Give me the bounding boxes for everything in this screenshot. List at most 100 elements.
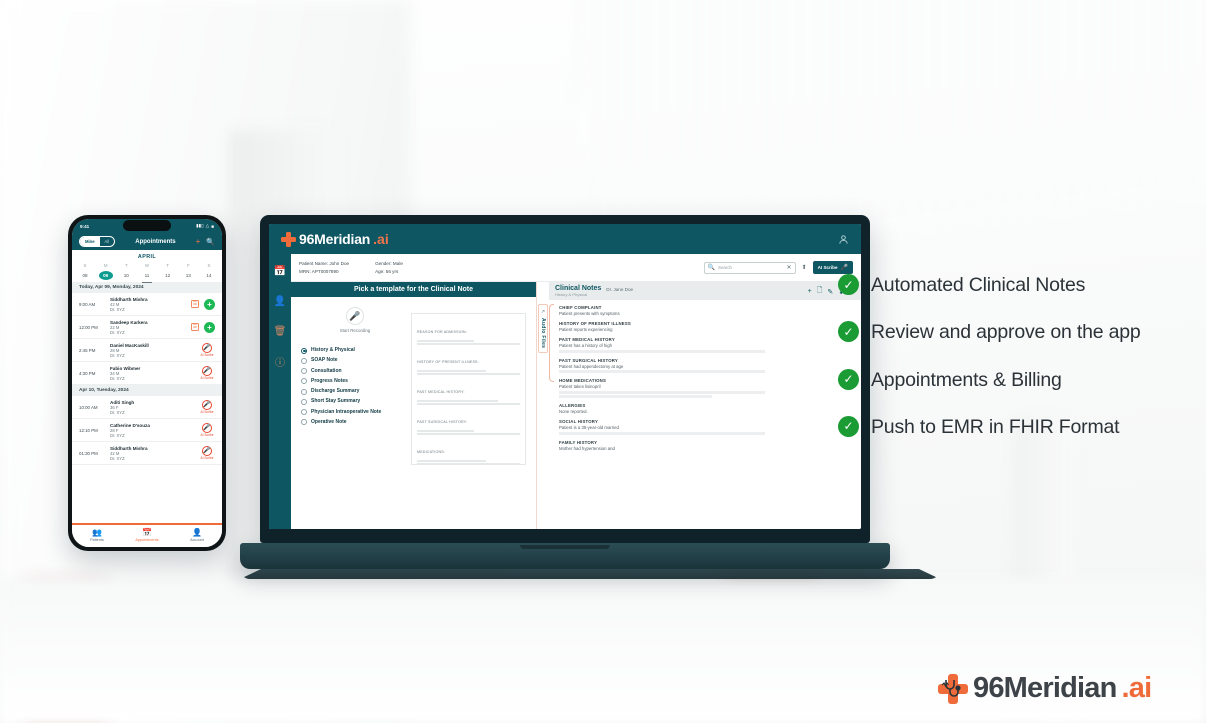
microphone-icon: 🎤 [202,342,212,353]
search-icon[interactable]: 🔍 [206,238,215,246]
appointment-row[interactable]: 01:30 PM Siddharth Mishra 42 M Dr. XYZ 🎤 AI S… [72,442,222,465]
calendar-date[interactable]: 09 [98,271,113,280]
appointment-doctor: Dr. XYZ [110,409,125,415]
calendar-date[interactable]: 14 [202,271,216,280]
template-option[interactable]: SOAP Note [301,357,409,364]
app-logo[interactable]: 96Meridian .ai [281,231,389,247]
phone-tab-patients[interactable]: 👥 Patients [72,525,122,547]
ai-scribe-action[interactable]: 🎤 AI Scribe [199,365,215,380]
edit-icon[interactable]: ✎ [827,288,833,296]
template-pane: Pick a template for the Clinical Note 🎤 … [291,282,536,529]
calendar-weekday: M [103,263,108,268]
search-icon: 🔍 [707,265,716,271]
clinical-notes-header: Clinical Notes History & Physical Dr. Ja… [549,282,861,300]
template-option[interactable]: Short Stay Summary [301,398,409,405]
ai-scribe-action[interactable]: 🎤 AI Scribe [199,445,215,461]
radio-button[interactable] [301,409,307,415]
scope-all[interactable]: All [100,237,115,246]
template-option-label: Consultation [311,367,342,374]
microphone-icon: 🎤 [202,399,212,410]
appointment-row[interactable]: 2:45 PM Daniel MacKaskill 28 M Dr. XYZ 🎤 AI S… [72,339,222,362]
note-section-text: Mother had hypertension and [559,445,615,451]
user-account-icon[interactable] [838,234,849,245]
appointment-doctor: Dr. XYZ [110,352,125,358]
preview-field-label: PAST SURGICAL HISTORY: [417,420,468,424]
appointment-time: 10:00 AM [79,404,98,410]
scope-mine[interactable]: Mine [80,237,100,246]
app-brand-suffix: .ai [373,231,389,247]
radio-button[interactable] [301,388,307,395]
start-recording-control[interactable]: 🎤 Start Recording [301,307,409,333]
signal-icon: ▮▮▯ [196,223,204,228]
add-appointment-button[interactable]: + [204,321,215,333]
appointment-row[interactable]: 12:00 PM Sandeep Karkera 22 M Dr. XYZ ☰ + [72,316,222,339]
phone-tab-appointments[interactable]: 📅 Appointments [122,525,172,547]
ai-scribe-action[interactable]: 🎤 AI Scribe [199,422,215,437]
template-option[interactable]: Discharge Summary [301,388,409,395]
radio-button[interactable] [301,398,307,405]
patient-identity: Patient Name: John Doe MRN: APT0007890 [299,260,349,274]
scope-toggle[interactable]: Mine All [79,236,116,247]
radio-button[interactable] [301,357,307,364]
note-icon[interactable]: ☰ [191,323,199,331]
phone-tab-account[interactable]: 👤 Account [172,525,222,547]
corner-logo-name: 96Meridian [973,672,1117,704]
upload-icon[interactable]: ⬆ [802,264,807,271]
app-brand-name: 96Meridian [299,231,371,247]
calendar-weekday: F [186,263,190,268]
calendar-date[interactable]: 10 [119,271,133,280]
note-icon[interactable]: ☰ [191,300,199,308]
copy-icon[interactable]: 🗋 [817,286,823,297]
template-option[interactable]: Consultation [301,368,409,375]
add-appointment-button[interactable]: + [204,298,215,310]
calendar-weekday: S [207,263,211,268]
plus-icon[interactable]: + [808,288,812,295]
patient-card-icon[interactable]: 👤 [269,290,291,312]
app-main-column: Patient Name: John Doe MRN: APT0007890 G… [291,254,861,529]
preview-field-line [417,369,486,372]
radio-button[interactable] [301,347,307,354]
appointment-row[interactable]: 4:30 PM Fabio Wibmer 34 M Dr. XYZ 🎤 AI Scribe [72,362,222,385]
medical-cross-stethoscope-icon [938,673,968,704]
appointment-row[interactable]: 12:10 PM Catherine D'souza 28 F Dr. XYZ 🎤 AI … [72,419,222,442]
status-indicators: ▮▮▯ △ ■ [196,223,214,229]
close-icon[interactable]: ✕ [787,264,792,271]
note-section-heading: PAST MEDICAL HISTORY [559,337,615,342]
template-option[interactable]: Progress Notes [301,378,409,385]
template-option-label: History & Physical [311,347,355,353]
appointment-list[interactable]: Today, Apr 09, Monday, 2024 9:00 AM Siddha… [72,282,222,523]
appointment-doctor: Dr. XYZ [110,375,125,381]
expand-icon[interactable]: ↗ [541,309,545,315]
appointment-time: 4:30 PM [79,370,96,376]
search-input[interactable]: 🔍 Search ✕ [703,261,796,274]
calendar-date[interactable]: 13 [181,271,195,280]
appointment-row[interactable]: 10:00 AM Aditi Singh 36 F Dr. XYZ 🎤 AI Scribe [72,396,222,419]
clinical-notes-titles: Clinical Notes History & Physical [555,285,601,297]
calendar-date[interactable]: 11 [140,271,154,283]
template-option[interactable]: Operative Note [301,419,409,426]
radio-button[interactable] [301,368,307,374]
calendar-date[interactable]: 08 [78,271,92,280]
feature-list: ✓ Automated Clinical Notes ✓ Review and app… [838,272,1178,461]
battery-icon: ■ [211,223,214,229]
preview-field-label: REASON FOR ADMISSION: [417,330,467,334]
help-icon[interactable]: ⓘ [269,350,291,372]
radio-button[interactable] [301,419,307,426]
appointment-row[interactable]: 9:00 AM Siddharth Mishra 42 M Dr. XYZ ☰ + [72,293,222,316]
radio-button[interactable] [301,378,307,385]
calendar-icon[interactable]: 📅 [269,260,291,282]
calendar-date[interactable]: 12 [161,271,175,280]
plus-icon[interactable]: + [196,237,201,246]
ai-scribe-label: AI Scribe [200,456,214,461]
ai-scribe-action[interactable]: 🎤 AI Scribe [199,342,215,357]
calendar-month: APRIL [137,254,157,260]
ai-scribe-action[interactable]: 🎤 AI Scribe [199,399,215,414]
note-fill-line [559,395,712,398]
trash-icon[interactable]: 🗑 [269,320,291,342]
phone-notch [123,220,171,231]
template-option[interactable]: Physician Intraoperative Note [301,409,409,416]
patient-mrn: MRN: APT0007890 [299,268,339,274]
audio-files-tab[interactable]: ↗ Audio Files [536,282,549,529]
check-circle-icon: ✓ [838,274,859,295]
template-option[interactable]: History & Physical [301,347,409,354]
